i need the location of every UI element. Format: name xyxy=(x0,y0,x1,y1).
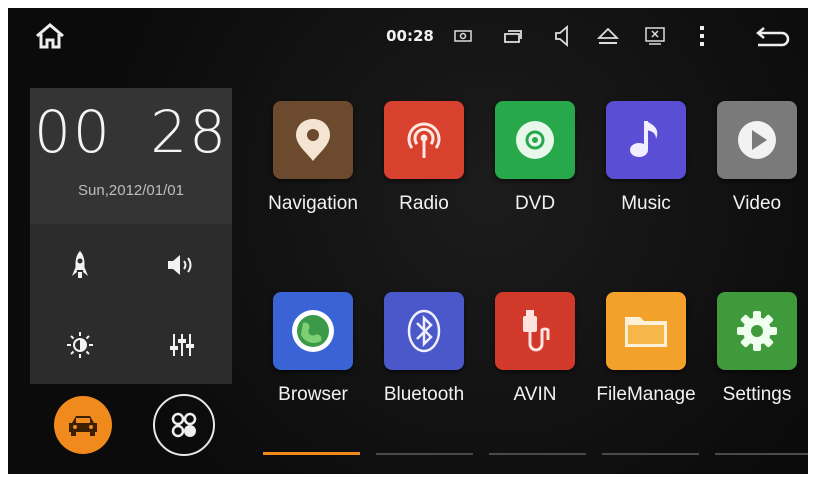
rocket-button[interactable] xyxy=(30,225,130,304)
music-note-icon xyxy=(606,101,686,179)
app-bluetooth[interactable]: Bluetooth xyxy=(369,292,479,406)
date-label: Sun,2012/01/01 xyxy=(78,182,184,199)
disc-icon xyxy=(495,101,575,179)
recent-apps-icon[interactable] xyxy=(498,8,528,64)
app-label: Settings xyxy=(722,384,792,405)
app-label: Video xyxy=(732,193,782,214)
page-indicator-1[interactable] xyxy=(263,452,360,455)
folder-icon xyxy=(606,292,686,370)
app-filemanage[interactable]: FileManage xyxy=(591,292,701,406)
app-label: AVIN xyxy=(513,384,557,405)
app-avin[interactable]: AVIN xyxy=(480,292,590,406)
radio-antenna-icon xyxy=(384,101,464,179)
app-video[interactable]: Video xyxy=(702,101,808,215)
eject-icon[interactable] xyxy=(592,8,624,64)
page-indicator-4[interactable] xyxy=(602,453,699,455)
app-label: Browser xyxy=(278,384,348,405)
app-label: DVD xyxy=(514,193,556,214)
play-icon xyxy=(717,101,797,179)
gear-icon xyxy=(717,292,797,370)
car-icon xyxy=(69,416,97,436)
speaker-icon xyxy=(168,254,192,275)
av-cable-icon xyxy=(495,292,575,370)
equalizer-button[interactable] xyxy=(132,305,232,384)
brightness-icon xyxy=(67,331,93,358)
page-indicator-3[interactable] xyxy=(489,453,586,455)
home-icon[interactable] xyxy=(30,8,70,64)
all-apps-button[interactable] xyxy=(153,394,215,456)
screenshot-icon[interactable] xyxy=(448,8,478,64)
launcher-screen: 00:28 00 28 Sun,2012/01/01 Navigation Ra… xyxy=(8,8,808,474)
app-label: Bluetooth xyxy=(383,384,465,405)
app-browser[interactable]: Browser xyxy=(258,292,368,406)
volume-button[interactable] xyxy=(132,225,232,304)
app-settings[interactable]: Settings xyxy=(702,292,808,406)
map-pin-icon xyxy=(273,101,353,179)
clock-widget: 00 28 Sun,2012/01/01 xyxy=(30,88,232,384)
app-label: Music xyxy=(621,193,671,214)
close-window-icon[interactable] xyxy=(640,8,670,64)
app-music[interactable]: Music xyxy=(591,101,701,215)
page-indicator-2[interactable] xyxy=(376,453,473,455)
volume-icon[interactable] xyxy=(548,8,578,64)
status-bar: 00:28 xyxy=(8,8,808,64)
status-clock: 00:28 xyxy=(386,27,434,45)
app-radio[interactable]: Radio xyxy=(369,101,479,215)
brightness-button[interactable] xyxy=(30,305,130,384)
app-label: FileManage xyxy=(596,384,696,405)
apps-grid-icon xyxy=(171,412,197,438)
quick-controls xyxy=(30,224,232,384)
menu-dots-icon[interactable] xyxy=(690,8,714,64)
back-icon[interactable] xyxy=(750,8,794,64)
rocket-icon xyxy=(72,250,88,278)
time-box[interactable]: 00 28 Sun,2012/01/01 xyxy=(30,88,232,224)
big-clock: 00 28 xyxy=(33,98,229,166)
bluetooth-icon xyxy=(384,292,464,370)
app-label: Radio xyxy=(399,193,449,214)
page-indicator-5[interactable] xyxy=(715,453,808,455)
app-label: Navigation xyxy=(268,193,358,214)
car-mode-button[interactable] xyxy=(54,396,112,454)
equalizer-icon xyxy=(170,333,194,356)
app-navigation[interactable]: Navigation xyxy=(258,101,368,215)
app-dvd[interactable]: DVD xyxy=(480,101,590,215)
globe-icon xyxy=(273,292,353,370)
